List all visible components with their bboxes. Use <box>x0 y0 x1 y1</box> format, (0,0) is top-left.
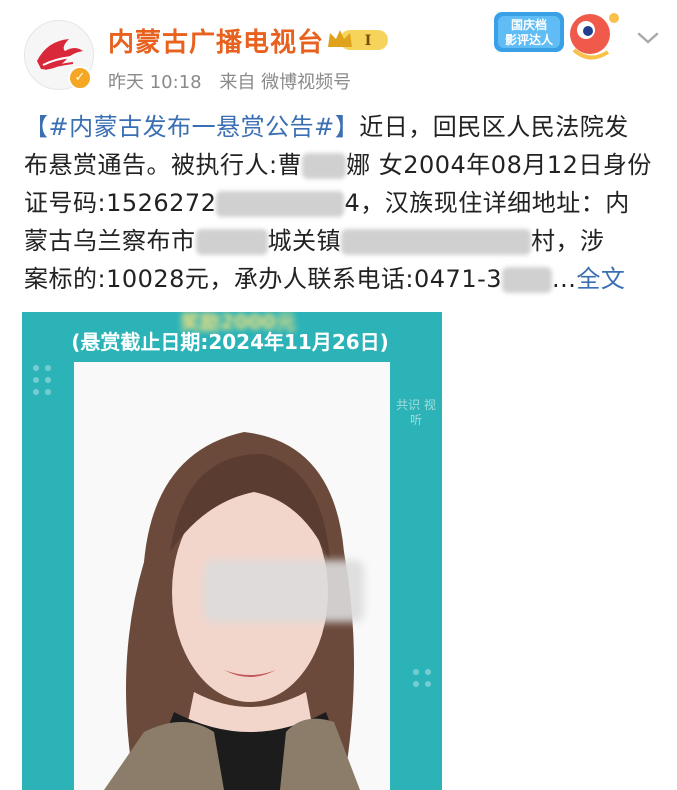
chevron-down-icon[interactable] <box>636 30 660 46</box>
redaction-blur <box>195 229 268 255</box>
post-meta: 昨天 10:18 来自 微博视频号 <box>108 68 363 94</box>
face-blur <box>204 560 364 622</box>
text-line: 布悬赏通告。被执行人:曹娜 女2004年08月12日身份 <box>24 151 652 179</box>
level-label: I <box>365 33 372 49</box>
redaction-blur <box>216 191 345 217</box>
text-line: 蒙古乌兰察布市 城关镇 村，涉 <box>24 227 605 255</box>
crown-level-icon[interactable]: I <box>326 27 390 53</box>
post-source[interactable]: 来自 微博视频号 <box>219 72 351 93</box>
text-line: 案标的:10028元，承办人联系电话:0471-3 ...全文 <box>24 265 626 293</box>
topic-link[interactable]: 【#内蒙古发布一悬赏公告#】 <box>24 113 359 141</box>
post-text: 【#内蒙古发布一悬赏公告#】近日，回民区人民法院发 布悬赏通告。被执行人:曹娜 … <box>24 108 660 298</box>
text-line: 【#内蒙古发布一悬赏公告#】近日，回民区人民法院发 <box>24 113 629 141</box>
text-line: 证号码:1526272 4，汉族现住详细地址：内 <box>24 189 630 217</box>
film-reviewer-badge-icon[interactable]: 国庆档 影评达人 <box>490 6 630 70</box>
verified-badge-icon: ✓ <box>68 66 92 90</box>
post-time: 昨天 10:18 <box>108 72 202 93</box>
badge-line2: 影评达人 <box>505 32 554 47</box>
reward-poster-image[interactable]: 奖励2000元 (悬赏截止日期:2024年11月26日) 共识 视听 <box>22 312 442 790</box>
redaction-blur <box>502 267 553 293</box>
redaction-blur <box>302 153 347 179</box>
redaction-blur <box>341 229 531 255</box>
post-header: ✓ 内蒙古广播电视台 I 昨天 10:18 来自 微博视频号 国庆档 影评达人 <box>0 0 677 100</box>
badge-line1: 国庆档 <box>511 17 547 32</box>
expand-full-text-link[interactable]: 全文 <box>576 265 625 293</box>
watermark: 共识 视听 <box>396 398 436 427</box>
account-name[interactable]: 内蒙古广播电视台 <box>108 22 324 59</box>
portrait-photo <box>74 362 390 790</box>
